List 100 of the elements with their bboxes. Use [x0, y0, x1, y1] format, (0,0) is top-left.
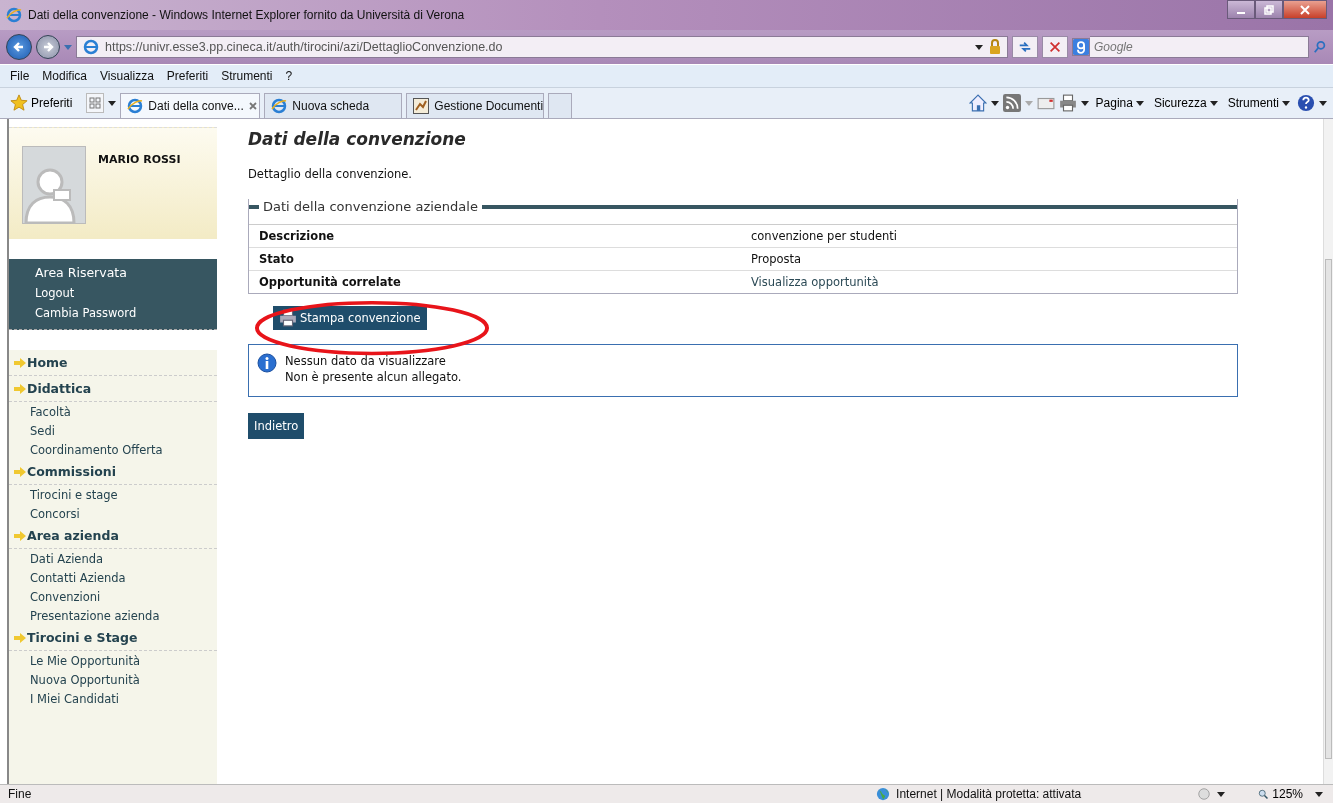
- sidebar-section[interactable]: Commissioni: [27, 464, 117, 479]
- menu-item[interactable]: Visualizza: [100, 69, 154, 83]
- feed-icon[interactable]: [1002, 94, 1021, 112]
- field-label: Descrizione: [259, 229, 336, 243]
- home-icon[interactable]: [968, 94, 987, 112]
- sidebar-item[interactable]: Convenzioni: [9, 587, 217, 606]
- toolbar-menu[interactable]: Pagina: [1092, 96, 1147, 110]
- page-description: Dettaglio della convenzione.: [248, 167, 413, 181]
- page-heading: Dati della convenzione: [248, 129, 467, 149]
- menu-item[interactable]: Modifica: [42, 69, 88, 83]
- page-icon: [83, 39, 99, 55]
- back-link-button[interactable]: Indietro: [248, 413, 305, 440]
- caret-icon: [1135, 100, 1144, 106]
- sidebar-item[interactable]: I Miei Candidati: [9, 689, 217, 708]
- close-tab-icon[interactable]: [248, 102, 257, 110]
- sidebar-item[interactable]: Coordinamento Offerta: [9, 440, 217, 459]
- search-field[interactable]: Google: [1090, 36, 1309, 58]
- menu-item[interactable]: Preferiti: [166, 69, 209, 83]
- arrow-icon: [14, 466, 26, 477]
- print-button[interactable]: Stampa convenzione: [273, 306, 427, 330]
- info-message: Nessun dato da visualizzare: [285, 353, 447, 370]
- browser-logo-icon: [127, 98, 144, 114]
- window-title: Dati della convenzione - Windows Internet Explorer fornito da Università di Verona: [28, 8, 466, 22]
- close-icon: [1299, 3, 1311, 16]
- sidebar-item[interactable]: Contatti Azienda: [9, 568, 217, 587]
- sidebar-section[interactable]: Area azienda: [27, 528, 119, 543]
- menu-item[interactable]: File: [10, 69, 30, 83]
- minimize-button[interactable]: [1227, 0, 1255, 19]
- caret-icon[interactable]: [975, 44, 983, 50]
- security-zone: Internet | Modalità protetta: attivata: [896, 787, 1082, 801]
- user-name: MARIO ROSSI: [98, 153, 181, 168]
- caret-icon[interactable]: [1080, 100, 1089, 106]
- back-button[interactable]: [6, 34, 32, 60]
- field-link[interactable]: Visualizza opportunità: [751, 275, 879, 289]
- restore-icon: [1263, 3, 1275, 16]
- browser-tab[interactable]: Dati della conve...: [120, 93, 261, 118]
- arrow-icon: [14, 383, 26, 394]
- address-field[interactable]: https://univr.esse3.pp.cineca.it/auth/tirocini/azi/DettaglioConvenzione.do: [76, 36, 1008, 58]
- sidebar-section[interactable]: Home: [27, 355, 68, 370]
- caret-icon[interactable]: [1217, 791, 1226, 797]
- field-value: convenzione per studenti: [751, 229, 898, 243]
- caret-icon: [1282, 100, 1290, 106]
- caret-icon[interactable]: [1319, 100, 1327, 106]
- toolbar-menu[interactable]: Sicurezza: [1150, 96, 1221, 110]
- sidebar-item[interactable]: Sedi: [9, 421, 217, 440]
- zoom-button[interactable]: 125%: [1251, 786, 1309, 802]
- sidebar-item[interactable]: Dati Azienda: [9, 549, 217, 568]
- search-provider-icon: [1072, 38, 1090, 56]
- info-icon: [257, 353, 277, 373]
- document-icon: [413, 98, 430, 114]
- print-icon[interactable]: [1058, 94, 1077, 112]
- field-label: Opportunità correlate: [259, 275, 402, 289]
- sidebar-item[interactable]: Facoltà: [9, 402, 217, 421]
- sidebar-section[interactable]: Tirocini e Stage: [27, 630, 138, 645]
- caret-icon[interactable]: [990, 100, 999, 106]
- scrollbar-thumb[interactable]: [1325, 259, 1332, 759]
- sidebar-item[interactable]: Concorsi: [9, 504, 217, 523]
- lock-icon[interactable]: [989, 39, 1001, 55]
- caret-icon: [1209, 100, 1218, 106]
- favorites-button[interactable]: Preferiti: [6, 94, 83, 112]
- zoom-icon: [1257, 788, 1270, 800]
- sidebar-item[interactable]: Tirocini e stage: [9, 485, 217, 504]
- caret-icon[interactable]: [108, 100, 117, 106]
- help-icon[interactable]: [1297, 94, 1315, 112]
- printer-icon: [279, 309, 297, 327]
- sidebar-section[interactable]: Didattica: [27, 381, 92, 396]
- sidebar-link[interactable]: Logout: [9, 283, 217, 303]
- restore-button[interactable]: [1255, 0, 1283, 19]
- info-message: Non è presente alcun allegato.: [285, 369, 462, 386]
- sidebar-item[interactable]: Presentazione azienda: [9, 606, 217, 625]
- avatar-icon: [22, 146, 86, 224]
- sidebar-item[interactable]: Le Mie Opportunità: [9, 651, 217, 670]
- stop-button[interactable]: [1042, 36, 1068, 58]
- menu-item[interactable]: Strumenti: [221, 69, 273, 83]
- sidebar-link[interactable]: Cambia Password: [9, 303, 217, 323]
- forward-button[interactable]: [36, 35, 60, 59]
- browser-tab[interactable]: Gestione Documenti: [406, 93, 545, 118]
- refresh-icon: [1018, 40, 1032, 54]
- arrow-icon: [14, 357, 26, 368]
- field-label: Stato: [259, 252, 295, 266]
- panel-title: Dati della convenzione aziendale: [263, 199, 478, 214]
- globe-icon: [876, 787, 891, 801]
- toolbar-menu[interactable]: Strumenti: [1224, 96, 1293, 110]
- minimize-icon: [1237, 11, 1245, 14]
- star-icon: [10, 94, 28, 112]
- caret-icon[interactable]: [1315, 791, 1323, 797]
- stop-icon: [1048, 40, 1062, 54]
- browser-tab[interactable]: Nuova scheda: [264, 93, 403, 118]
- arrow-icon: [14, 632, 26, 643]
- browser-logo-icon: [271, 98, 288, 114]
- sidebar-item[interactable]: Nuova Opportunità: [9, 670, 217, 689]
- close-button[interactable]: [1283, 0, 1327, 19]
- menu-item[interactable]: ?: [285, 69, 293, 83]
- refresh-button[interactable]: [1012, 36, 1038, 58]
- grid-icon: [89, 97, 102, 109]
- status-text: Fine: [8, 787, 32, 801]
- reserved-area-title[interactable]: Area Riservata: [9, 263, 217, 283]
- arrow-icon: [14, 530, 26, 541]
- browser-logo-icon: [6, 7, 22, 23]
- field-value: Proposta: [751, 252, 802, 266]
